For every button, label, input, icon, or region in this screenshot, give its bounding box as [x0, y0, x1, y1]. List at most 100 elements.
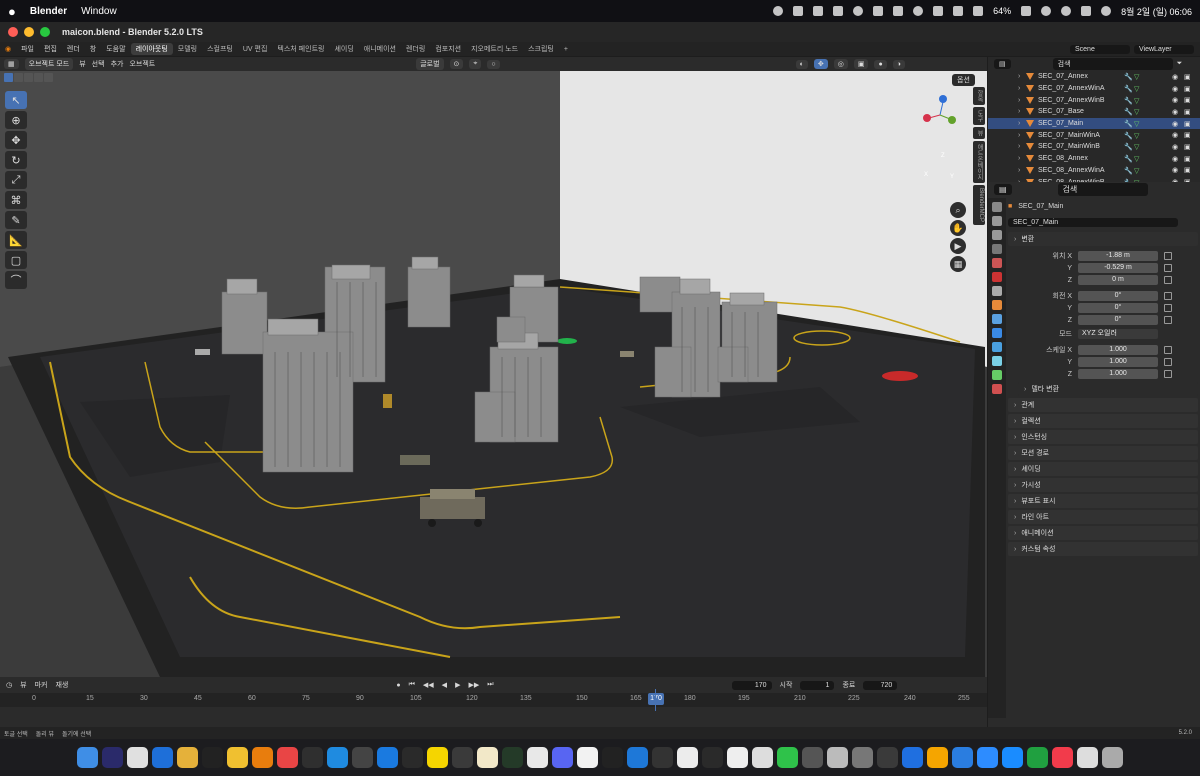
- app-dock-icon[interactable]: [952, 747, 973, 768]
- add-workspace-button[interactable]: +: [559, 45, 573, 54]
- select-extend-icon[interactable]: [14, 73, 23, 82]
- blender-dock-icon[interactable]: [252, 747, 273, 768]
- menu-help[interactable]: 도움말: [101, 44, 130, 54]
- visibility-eye-icon[interactable]: ◉: [1172, 108, 1178, 116]
- viewport-menu-add[interactable]: 추가: [111, 59, 124, 69]
- app-dock-icon[interactable]: [352, 747, 373, 768]
- app-dock-icon[interactable]: [527, 747, 548, 768]
- data-tab-icon[interactable]: [992, 370, 1002, 380]
- zoom-dock-icon[interactable]: [977, 747, 998, 768]
- app-dock-icon[interactable]: [602, 747, 623, 768]
- properties-panel-header[interactable]: 관계: [1008, 398, 1198, 412]
- material-tab-icon[interactable]: [992, 384, 1002, 394]
- render-camera-icon[interactable]: ▣: [1184, 85, 1191, 93]
- npanel-tab-tool[interactable]: 도구: [973, 107, 985, 125]
- launchpad-dock-icon[interactable]: [127, 747, 148, 768]
- object-name[interactable]: SEC_07_Main: [1018, 203, 1063, 210]
- rotation-y-field[interactable]: 0°: [1078, 303, 1158, 313]
- lock-icon[interactable]: [1164, 264, 1172, 272]
- lock-icon[interactable]: [1164, 358, 1172, 366]
- move-tool-icon[interactable]: ✥: [5, 131, 27, 149]
- 3d-viewport[interactable]: ▦ 오브젝트 모드 뷰 선택 추가 오브젝트 글로벌 ⊙ ⌖ ○ ◐ ✥ ◎ ▣…: [0, 57, 987, 677]
- expand-chevron-icon[interactable]: ›: [1018, 167, 1020, 174]
- numbers-dock-icon[interactable]: [1027, 747, 1048, 768]
- tab-animation[interactable]: 애니메이션: [359, 43, 401, 55]
- outliner-row[interactable]: › SEC_07_MainWinB 🔧 ▽ ◉ ▣: [988, 141, 1200, 153]
- prev-key-icon[interactable]: ◀◀: [423, 681, 434, 689]
- app-dock-icon[interactable]: [877, 747, 898, 768]
- expand-chevron-icon[interactable]: ›: [1018, 132, 1020, 139]
- outliner-row[interactable]: › SEC_07_Main 🔧 ▽ ◉ ▣: [988, 117, 1200, 130]
- outliner-row[interactable]: › SEC_07_Annex 🔧 ▽ ◉ ▣: [988, 71, 1200, 83]
- notion-dock-icon[interactable]: [727, 747, 748, 768]
- scale-z-field[interactable]: 1.000: [1078, 369, 1158, 379]
- outliner-row[interactable]: › SEC_08_AnnexWinA 🔧 ▽ ◉ ▣: [988, 165, 1200, 177]
- outliner-row[interactable]: › SEC_08_Annex 🔧 ▽ ◉ ▣: [988, 153, 1200, 165]
- start-frame-field[interactable]: 1: [800, 680, 835, 690]
- render-camera-icon[interactable]: ▣: [1184, 166, 1191, 174]
- datablock-name-field[interactable]: SEC_07_Main: [1008, 217, 1178, 227]
- render-camera-icon[interactable]: ▣: [1184, 120, 1191, 128]
- battery-icon[interactable]: [1021, 6, 1032, 16]
- select-subtract-icon[interactable]: [24, 73, 33, 82]
- pivot-icon[interactable]: ⊙: [449, 59, 464, 69]
- status-icon[interactable]: [953, 6, 964, 16]
- app-dock-icon[interactable]: [677, 747, 698, 768]
- chrome-dock-icon[interactable]: [177, 747, 198, 768]
- viewport-menu-object[interactable]: 오브젝트: [129, 59, 155, 69]
- proportional-icon[interactable]: ○: [487, 59, 500, 69]
- status-icon[interactable]: [873, 6, 884, 16]
- outliner-row[interactable]: › SEC_07_AnnexWinA 🔧 ▽ ◉ ▣: [988, 83, 1200, 95]
- play-reverse-icon[interactable]: ◀: [442, 681, 447, 689]
- discord-dock-icon[interactable]: [552, 747, 573, 768]
- properties-panel-header[interactable]: 커스텀 속성: [1008, 542, 1198, 556]
- downloads-dock-icon[interactable]: [1077, 747, 1098, 768]
- properties-panel-header[interactable]: 컬렉션: [1008, 414, 1198, 428]
- properties-panel-header[interactable]: 뷰포트 표시: [1008, 494, 1198, 508]
- measure-tool-icon[interactable]: 📐: [5, 231, 27, 249]
- properties-search[interactable]: 검색: [1057, 182, 1148, 196]
- render-camera-icon[interactable]: ▣: [1184, 131, 1191, 139]
- maps-dock-icon[interactable]: [152, 747, 173, 768]
- volume-icon[interactable]: [973, 6, 984, 16]
- modifier-tab-icon[interactable]: [992, 314, 1002, 324]
- control-center-icon[interactable]: [1081, 6, 1092, 16]
- app-dock-icon[interactable]: [502, 747, 523, 768]
- app-dock-icon[interactable]: [402, 747, 423, 768]
- outliner-row[interactable]: › SEC_07_AnnexWinB 🔧 ▽ ◉ ▣: [988, 94, 1200, 106]
- add-cube-tool-icon[interactable]: ▢: [5, 251, 27, 269]
- system-settings-dock-icon[interactable]: [852, 747, 873, 768]
- orientation-selector[interactable]: 글로벌: [416, 58, 444, 70]
- shading-material-icon[interactable]: ◑: [892, 59, 905, 69]
- status-icon[interactable]: [933, 6, 944, 16]
- playhead[interactable]: 170: [648, 693, 664, 705]
- scene-selector[interactable]: Scene: [1070, 44, 1130, 54]
- expand-chevron-icon[interactable]: ›: [1018, 155, 1020, 162]
- app-dock-icon[interactable]: [902, 747, 923, 768]
- constraints-tab-icon[interactable]: [992, 356, 1002, 366]
- npanel-tab-view[interactable]: 뷰: [973, 127, 985, 139]
- lock-icon[interactable]: [1164, 316, 1172, 324]
- location-y-field[interactable]: -0.529 m: [1078, 263, 1158, 273]
- snap-icon[interactable]: ⌖: [469, 59, 482, 69]
- select-intersect-icon[interactable]: [44, 73, 53, 82]
- scale-x-field[interactable]: 1.000: [1078, 345, 1158, 355]
- properties-panel-header[interactable]: 모션 경로: [1008, 446, 1198, 460]
- scene-tab-icon[interactable]: [992, 258, 1002, 268]
- app-dock-icon[interactable]: [827, 747, 848, 768]
- window-menu[interactable]: Window: [81, 6, 117, 17]
- location-z-field[interactable]: 0 m: [1078, 275, 1158, 285]
- music-dock-icon[interactable]: [1052, 747, 1073, 768]
- visibility-eye-icon[interactable]: ◉: [1172, 85, 1178, 93]
- menu-render[interactable]: 렌더: [62, 44, 85, 54]
- status-icon[interactable]: [793, 6, 804, 16]
- expand-chevron-icon[interactable]: ›: [1018, 97, 1020, 104]
- world-tab-icon[interactable]: [992, 272, 1002, 282]
- camera-view-icon[interactable]: ▶: [950, 238, 966, 254]
- app-menu[interactable]: Blender: [30, 6, 67, 17]
- transform-tool-icon[interactable]: ⌘: [5, 191, 27, 209]
- visibility-eye-icon[interactable]: ◉: [1172, 120, 1178, 128]
- rotation-x-field[interactable]: 0°: [1078, 291, 1158, 301]
- pan-hand-icon[interactable]: ✋: [950, 220, 966, 236]
- select-box-tool-icon[interactable]: ↖: [5, 91, 27, 109]
